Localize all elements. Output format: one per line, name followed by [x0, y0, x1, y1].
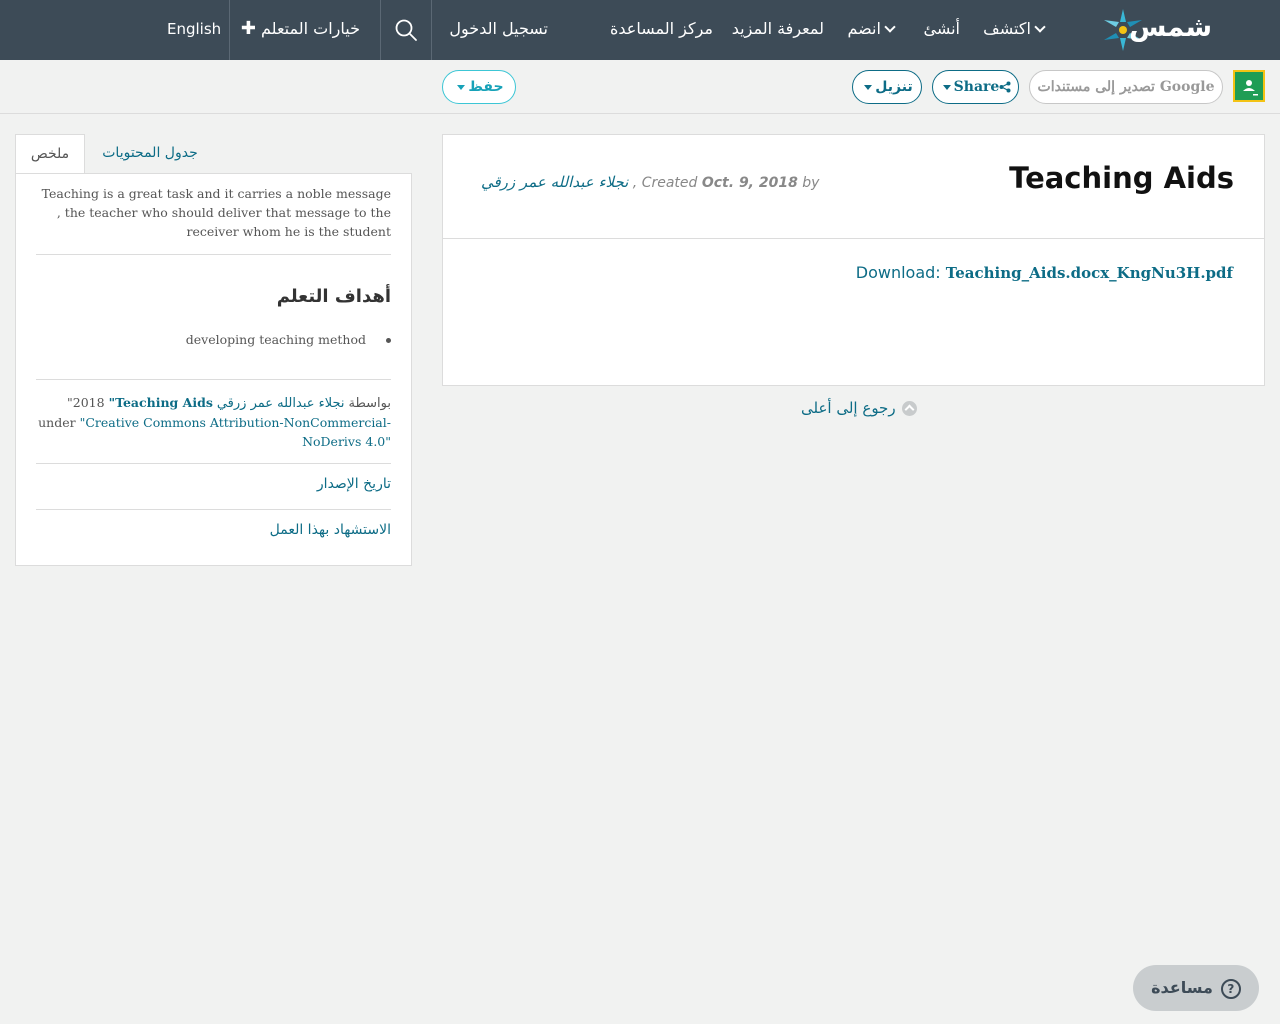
resource-header: Teaching Aids نجلاء عبدالله عمر زرقي , C…	[443, 135, 1264, 239]
download-label: تنزيل	[875, 79, 913, 95]
nav-explore[interactable]: اكتشف	[983, 0, 1050, 60]
help-label: مساعدة	[1151, 978, 1213, 997]
save-label: حفظ	[468, 79, 504, 95]
caret-down-icon	[457, 84, 466, 90]
download-line: Download: Teaching_Aids.docx_KngNu3H.pdf	[856, 263, 1233, 282]
logo-text: شمس	[1129, 12, 1212, 43]
download-file-link[interactable]: Teaching_Aids.docx_KngNu3H.pdf	[946, 264, 1233, 282]
sidebar-tabs: ملخص جدول المحتويات	[15, 134, 412, 175]
divider	[36, 463, 391, 464]
nav-help-center[interactable]: مركز المساعدة	[610, 0, 713, 60]
attribution-author-link[interactable]: نجلاء عبدالله عمر زرقي	[217, 396, 345, 411]
created-date: Oct. 9, 2018	[701, 175, 798, 191]
site-logo[interactable]: شمس	[1102, 6, 1212, 54]
nav-divider	[229, 0, 230, 60]
learning-objectives-title: أهداف التعلم	[276, 286, 391, 307]
share-label: Share	[953, 79, 1000, 95]
attribution-year: 2018	[72, 395, 105, 410]
author-link[interactable]: نجلاء عبدالله عمر زرقي	[481, 173, 628, 191]
save-button[interactable]: حفظ	[442, 70, 516, 104]
nav-join-label: انضم	[847, 19, 881, 38]
share-icon	[999, 81, 1011, 93]
attribution-by: بواسطة	[348, 396, 391, 411]
download-label: Download:	[855, 263, 941, 282]
nav-search-button[interactable]	[381, 0, 431, 60]
divider	[36, 379, 391, 380]
chevron-down-icon	[884, 20, 896, 33]
back-to-top-label: رجوع إلى أعلى	[801, 399, 896, 417]
tab-summary[interactable]: ملخص	[15, 134, 85, 175]
bullet-icon	[386, 338, 391, 343]
nav-language-switch[interactable]: English	[167, 0, 221, 60]
license-link[interactable]: "Creative Commons Attribution-NonCommerc…	[80, 415, 391, 449]
nav-divider	[431, 0, 432, 60]
nav-learner-options[interactable]: ✚ خيارات المتعلم	[241, 0, 360, 60]
top-navbar: شمس اكتشف أنشئ انضم لمعرفة المزيد مركز ا…	[0, 0, 1280, 60]
export-google-docs-button[interactable]: تصدير إلى مستندات Google	[1029, 70, 1223, 104]
help-button[interactable]: مساعدة?	[1133, 965, 1259, 1011]
objective-text: developing teaching method	[185, 332, 366, 347]
attribution-text: "2018 "Teaching Aids بواسطة نجلاء عبدالل…	[36, 393, 391, 451]
caret-down-icon	[942, 84, 951, 90]
sidebar-panel: Teaching is a great task and it carries …	[15, 173, 412, 566]
chevron-up-circle-icon	[901, 401, 917, 416]
resource-byline: نجلاء عبدالله عمر زرقي , Created Oct. 9,…	[481, 173, 819, 191]
page-title: Teaching Aids	[1009, 161, 1234, 195]
attribution-title: Teaching Aids	[115, 395, 213, 410]
resource-card: Teaching Aids نجلاء عبدالله عمر زرقي , C…	[442, 134, 1265, 386]
search-icon	[395, 19, 417, 41]
nav-create[interactable]: أنشئ	[923, 0, 960, 60]
divider	[36, 254, 391, 255]
tab-table-of-contents[interactable]: جدول المحتويات	[85, 134, 215, 174]
chevron-down-icon	[1034, 20, 1046, 33]
by-label: by	[802, 175, 820, 191]
divider	[36, 509, 391, 510]
nav-learn-more[interactable]: لمعرفة المزيد	[732, 0, 824, 60]
share-button[interactable]: Share	[932, 70, 1019, 104]
created-label: Created	[641, 175, 698, 191]
caret-down-icon	[864, 84, 873, 90]
summary-text: Teaching is a great task and it carries …	[41, 186, 391, 239]
attribution-title-link[interactable]: "Teaching Aids	[109, 395, 213, 410]
resource-toolbar: تصدير إلى مستندات Google Share تنزيل حفظ	[0, 60, 1280, 114]
nav-join[interactable]: انضم	[847, 0, 900, 60]
nav-login[interactable]: تسجيل الدخول	[449, 0, 548, 60]
download-button[interactable]: تنزيل	[852, 70, 922, 104]
question-circle-icon: ?	[1220, 978, 1241, 999]
cite-this-work-link[interactable]: الاستشهاد بهذا العمل	[270, 522, 391, 538]
release-history-link[interactable]: تاريخ الإصدار	[317, 476, 391, 492]
google-classroom-icon[interactable]	[1233, 70, 1265, 102]
attribution-under: under	[38, 415, 76, 430]
classroom-person-icon	[1243, 80, 1258, 96]
objective-item: developing teaching method	[186, 332, 391, 347]
nav-learner-options-label: خيارات المتعلم	[261, 19, 360, 38]
byline-separator: ,	[632, 175, 642, 191]
nav-divider	[380, 0, 381, 60]
back-to-top-link[interactable]: رجوع إلى أعلى	[801, 399, 917, 417]
nav-explore-label: اكتشف	[983, 19, 1031, 38]
plus-icon: ✚	[240, 18, 256, 39]
